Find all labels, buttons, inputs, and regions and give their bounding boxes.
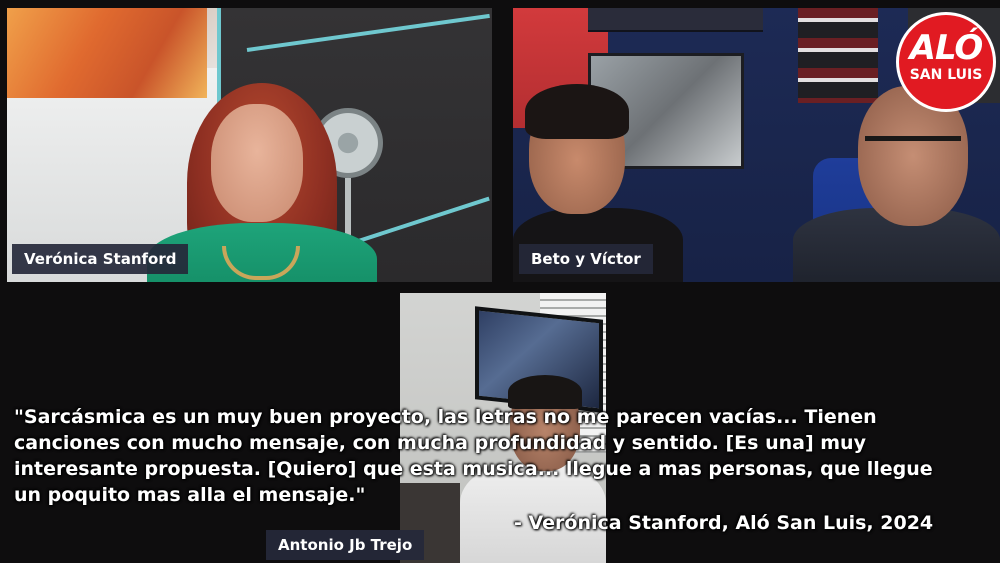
quote-line: canciones con mucho mensaje, con mucha p… [14, 432, 866, 454]
video-tile-veronica[interactable] [7, 8, 492, 282]
video-call-stage: Verónica Stanford Beto y Víctor Antonio … [0, 0, 1000, 563]
poster [798, 8, 878, 103]
wall-painting [7, 8, 207, 98]
quote-line: interesante propuesta. [Quiero] que esta… [14, 458, 933, 480]
quote-line: un poquito mas alla el mensaje." [14, 484, 366, 506]
glasses [865, 136, 961, 165]
participant-face [211, 104, 303, 222]
participant-name-label: Verónica Stanford [12, 244, 189, 274]
participant-name-label: Beto y Víctor [519, 244, 653, 274]
shelf [588, 8, 763, 32]
quote-text: "Sarcásmica es un muy buen proyecto, las… [14, 404, 989, 508]
alo-san-luis-logo: ALÓ SAN LUIS [896, 12, 996, 112]
quote-line: "Sarcásmica es un muy buen proyecto, las… [14, 406, 877, 428]
logo-main-text: ALÓ [909, 28, 984, 68]
quote-attribution: - Verónica Stanford, Aló San Luis, 2024 [514, 512, 934, 534]
logo-sub-text: SAN LUIS [909, 67, 983, 83]
participant-hair [525, 84, 629, 139]
participant-name-label: Antonio Jb Trejo [266, 530, 425, 560]
